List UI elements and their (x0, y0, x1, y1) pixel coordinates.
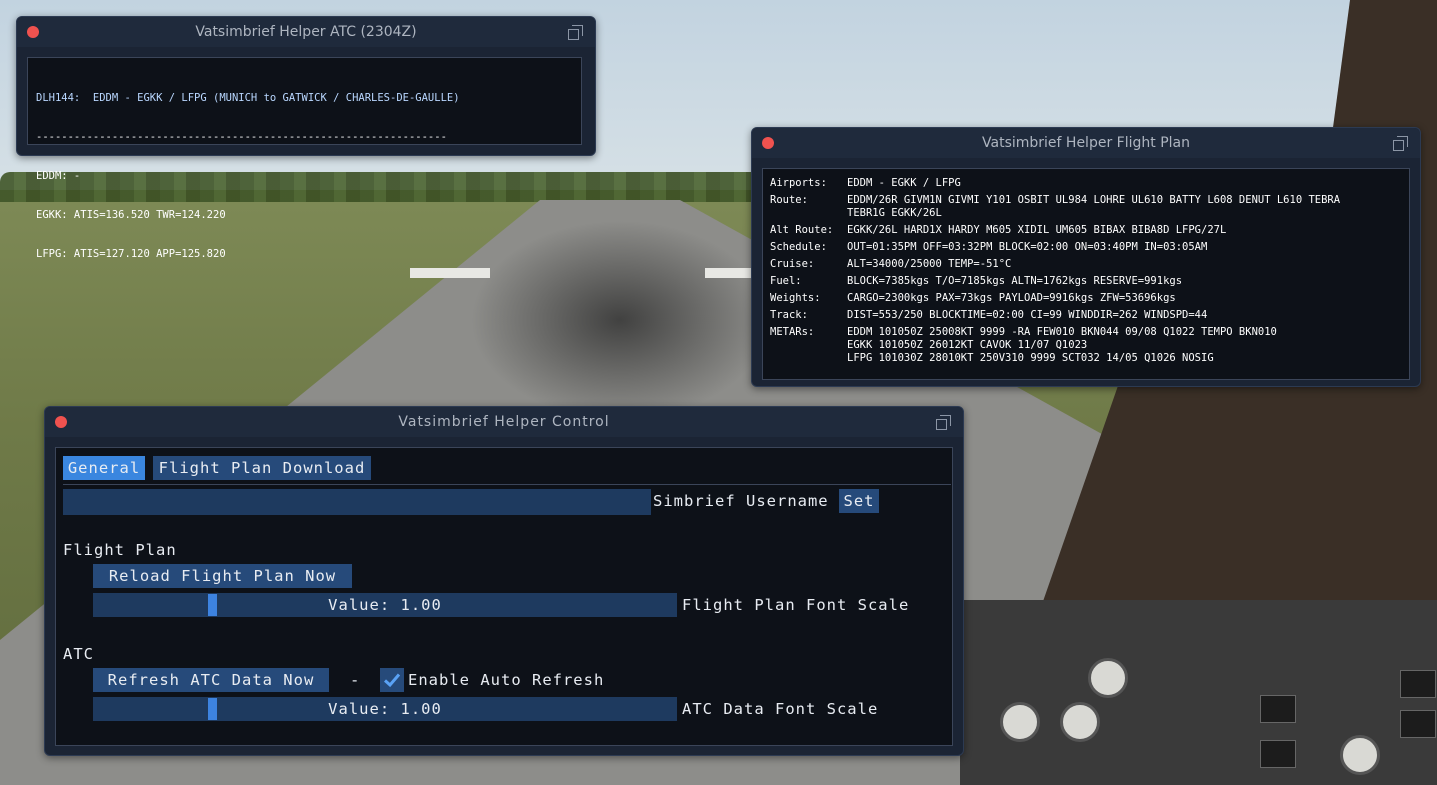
reload-flight-plan-button[interactable]: Reload Flight Plan Now (93, 564, 352, 588)
control-window-title: Vatsimbrief Helper Control (398, 414, 610, 430)
slider-value-text: Value: 1.00 (328, 596, 442, 614)
atc-line: EGKK: ATIS=136.520 TWR=124.220 (36, 209, 226, 221)
fp-value: OUT=01:35PM OFF=03:32PM BLOCK=02:00 ON=0… (847, 241, 1208, 253)
simbrief-username-label: Simbrief Username (653, 492, 829, 510)
panel-button (1260, 740, 1296, 768)
popout-icon[interactable] (1393, 136, 1409, 152)
fp-row-route: Route: EDDM/26R GIVM1N GIVMI Y101 OSBIT … (770, 194, 1402, 220)
fp-row-airports: Airports: EDDM - EGKK / LFPG (770, 177, 1402, 190)
fp-value: ALT=34000/25000 TEMP=-51°C (847, 258, 1012, 270)
fp-row-schedule: Schedule: OUT=01:35PM OFF=03:32PM BLOCK=… (770, 241, 1402, 254)
speed-knob (1340, 735, 1380, 775)
fp-row-fuel: Fuel: BLOCK=7385kgs T/O=7185kgs ALTN=176… (770, 275, 1402, 288)
separator-dash: - (350, 671, 361, 689)
set-button[interactable]: Set (839, 489, 879, 513)
atc-font-scale-slider[interactable]: Value: 1.00 (93, 697, 677, 721)
fp-label: Route: (770, 194, 808, 206)
ctr-knob (1000, 702, 1040, 742)
fp-value: CARGO=2300kgs PAX=73kgs PAYLOAD=9916kgs … (847, 292, 1176, 304)
flight-plan-font-scale-label: Flight Plan Font Scale (682, 596, 910, 614)
refresh-atc-button[interactable]: Refresh ATC Data Now (93, 668, 329, 692)
flight-plan-font-scale-slider[interactable]: Value: 1.00 (93, 593, 677, 617)
fp-value: EDDM/26R GIVM1N GIVMI Y101 OSBIT UL984 L… (847, 194, 1341, 219)
fp-value: EGKK/26L HARD1X HARDY M605 XIDIL UM605 B… (847, 224, 1227, 236)
fp-label: Fuel: (770, 275, 802, 287)
fp-label: Airports: (770, 177, 827, 189)
fp-row-metars: METARs: EDDM 101050Z 25008KT 9999 -RA FE… (770, 326, 1402, 365)
checkmark-icon (383, 673, 401, 688)
atc-content: DLH144: EDDM - EGKK / LFPG (MUNICH to GA… (27, 57, 582, 260)
fp-label: Alt Route: (770, 224, 834, 236)
fp-row-alt-route: Alt Route: EGKK/26L HARD1X HARDY M605 XI… (770, 224, 1402, 237)
baro-knob (1088, 658, 1128, 698)
fp-row-weights: Weights: CARGO=2300kgs PAX=73kgs PAYLOAD… (770, 292, 1402, 305)
slider-value-text: Value: 1.00 (328, 700, 442, 718)
atc-header-line: DLH144: EDDM - EGKK / LFPG (MUNICH to GA… (36, 92, 460, 104)
fp-value: DIST=553/250 BLOCKTIME=02:00 CI=99 WINDD… (847, 309, 1208, 321)
fp-label: METARs: (770, 326, 815, 338)
fp-label: Schedule: (770, 241, 827, 253)
control-content: General Flight Plan Download Simbrief Us… (55, 447, 953, 746)
atc-window-titlebar[interactable]: Vatsimbrief Helper ATC (2304Z) (17, 17, 595, 47)
atc-separator: ----------------------------------------… (36, 131, 447, 143)
fp-label: Cruise: (770, 258, 815, 270)
flightplan-window-title: Vatsimbrief Helper Flight Plan (982, 135, 1190, 151)
atc-section-heading: ATC (63, 645, 94, 663)
panel-button (1400, 710, 1436, 738)
auto-refresh-label: Enable Auto Refresh (408, 671, 605, 689)
fp-label: Track: (770, 309, 808, 321)
fp-value: EDDM - EGKK / LFPG (847, 177, 961, 189)
control-window-titlebar[interactable]: Vatsimbrief Helper Control (45, 407, 963, 437)
fp-value: EDDM 101050Z 25008KT 9999 -RA FEW010 BKN… (847, 326, 1277, 364)
panel-button (1400, 670, 1436, 698)
flightplan-window-titlebar[interactable]: Vatsimbrief Helper Flight Plan (752, 128, 1420, 158)
tab-general[interactable]: General (63, 456, 145, 480)
simbrief-username-input[interactable] (63, 489, 651, 515)
tab-divider (63, 484, 951, 485)
fp-row-cruise: Cruise: ALT=34000/25000 TEMP=-51°C (770, 258, 1402, 271)
tab-flight-plan-download[interactable]: Flight Plan Download (153, 456, 371, 480)
atc-window-title: Vatsimbrief Helper ATC (2304Z) (195, 24, 417, 40)
panel-button (1260, 695, 1296, 723)
fp-label: Weights: (770, 292, 821, 304)
flight-plan-section-heading: Flight Plan (63, 541, 177, 559)
flightplan-window: Vatsimbrief Helper Flight Plan Airports:… (751, 127, 1421, 387)
popout-icon[interactable] (936, 415, 952, 431)
fp-row-track: Track: DIST=553/250 BLOCKTIME=02:00 CI=9… (770, 309, 1402, 322)
flightplan-content: Airports: EDDM - EGKK / LFPG Route: EDDM… (762, 168, 1410, 380)
atc-window: Vatsimbrief Helper ATC (2304Z) DLH144: E… (16, 16, 596, 260)
instrument-panel (960, 600, 1437, 785)
atc-font-scale-label: ATC Data Font Scale (682, 700, 879, 718)
tfc-knob (1060, 702, 1100, 742)
auto-refresh-checkbox[interactable] (380, 668, 404, 692)
fp-value: BLOCK=7385kgs T/O=7185kgs ALTN=1762kgs R… (847, 275, 1183, 287)
atc-line: EDDM: - (36, 170, 81, 182)
atc-line: LFPG: ATIS=127.120 APP=125.820 (36, 248, 226, 260)
popout-icon[interactable] (568, 25, 584, 41)
control-window: Vatsimbrief Helper Control General Fligh… (44, 406, 964, 756)
